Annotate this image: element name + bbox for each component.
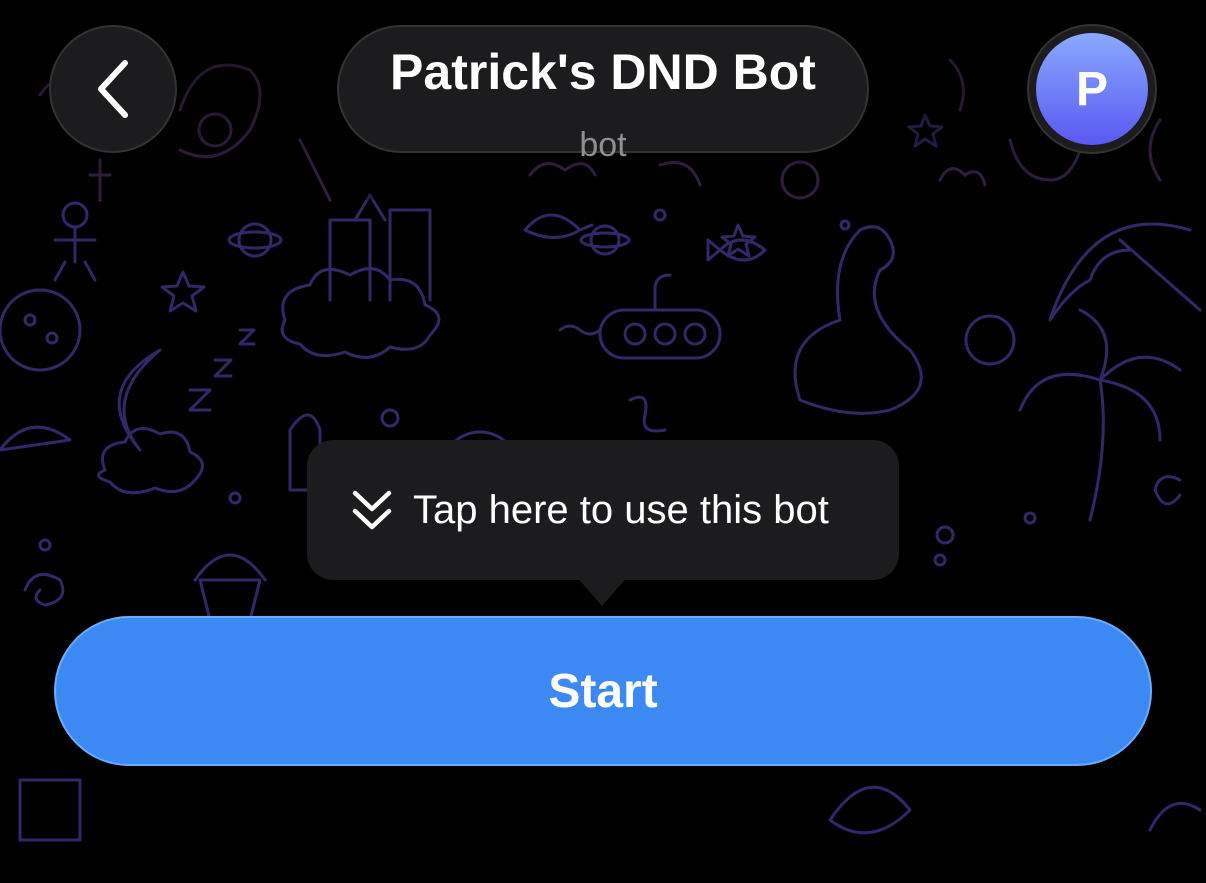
start-hint-tooltip: Tap here to use this bot <box>307 440 899 580</box>
chat-screen: Patrick's DND Bot bot P Tap here to use … <box>0 0 1206 883</box>
tooltip-pointer <box>576 576 628 606</box>
avatar-button[interactable]: P <box>1027 24 1157 154</box>
chat-subtitle: bot <box>579 126 627 164</box>
chat-title-pill[interactable]: Patrick's DND Bot bot <box>337 25 869 164</box>
avatar: P <box>1036 33 1148 145</box>
double-chevron-down-icon <box>352 490 392 530</box>
tooltip-text: Tap here to use this bot <box>413 487 829 532</box>
chevron-left-icon <box>98 60 128 118</box>
start-button[interactable]: Start <box>54 616 1152 766</box>
back-button[interactable] <box>49 25 177 153</box>
chat-title: Patrick's DND Bot <box>390 44 816 100</box>
